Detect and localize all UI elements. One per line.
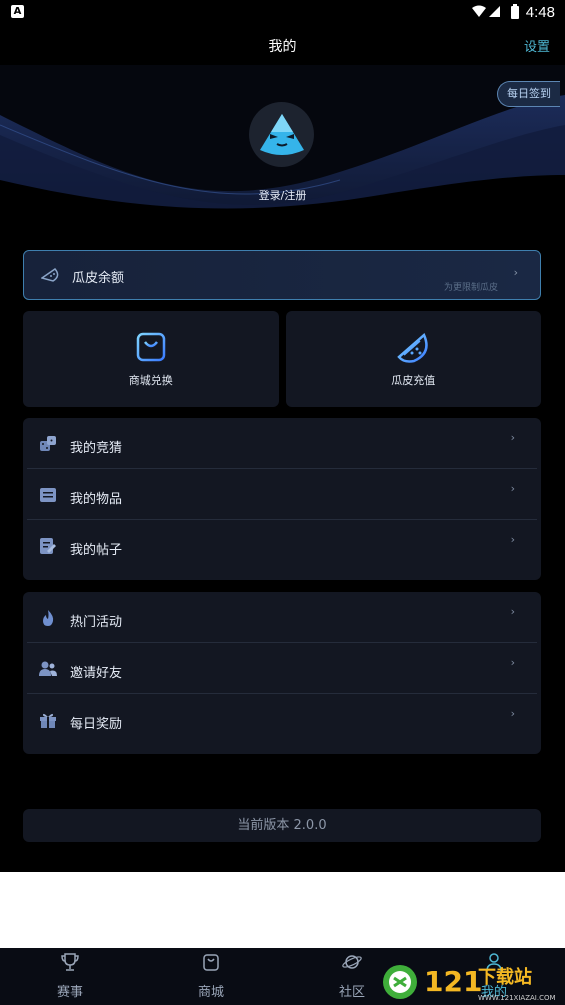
menu-item-label: 我的物品 (70, 492, 123, 507)
site-watermark-logo: 121 下载站 WWW.121XIAZAI.COM (383, 965, 556, 1002)
page-title: 我的 (268, 39, 297, 55)
menu-item-my-posts[interactable]: 我的帖子 › (27, 520, 537, 571)
menu-item-label: 我的帖子 (70, 543, 123, 558)
svg-text:121: 121 (424, 965, 482, 998)
battery-icon (510, 4, 519, 19)
chevron-right-icon: › (510, 482, 515, 495)
blank-area (0, 872, 565, 948)
status-bar: A 4:48 (0, 0, 565, 25)
chevron-right-icon: › (510, 656, 515, 669)
clock: 4:48 (525, 3, 555, 21)
svg-text:WWW.121XIAZAI.COM: WWW.121XIAZAI.COM (478, 994, 556, 1002)
friends-icon (39, 661, 57, 676)
watermelon-icon (397, 332, 428, 363)
menu-item-label: 我的竞猜 (70, 441, 123, 456)
menu-item-invite-friends[interactable]: 邀请好友 › (27, 643, 537, 694)
tab-label: 赛事 (56, 985, 83, 1000)
menu-item-label: 热门活动 (70, 615, 123, 630)
login-register-link[interactable]: 登录/注册 (0, 187, 565, 203)
fire-icon (43, 610, 54, 626)
balance-card[interactable]: 瓜皮余额 为更限制瓜皮 › (23, 250, 541, 300)
shopping-bag-icon (136, 332, 165, 362)
post-edit-icon (40, 538, 56, 554)
menu-item-my-guesses[interactable]: 我的竞猜 › (27, 418, 537, 469)
chevron-right-icon: › (510, 431, 515, 444)
tab-events[interactable]: 赛事 (20, 948, 120, 1005)
tab-label: 商城 (197, 985, 224, 1000)
svg-text:下载站: 下载站 (478, 966, 532, 988)
chevron-right-icon: › (510, 707, 515, 720)
app-version: 当前版本 2.0.0 (23, 809, 541, 842)
planet-icon (342, 955, 362, 969)
tab-shop[interactable]: 商城 (161, 948, 261, 1005)
main-content: 瓜皮余额 为更限制瓜皮 › 商城兑换 瓜皮充值 我的竞猜 › 我的物品 › 我的… (0, 250, 565, 872)
bag-icon (203, 954, 219, 971)
menu-item-daily-rewards[interactable]: 每日奖励 › (27, 694, 537, 745)
daily-checkin-button[interactable]: 每日签到 (497, 81, 560, 107)
watermelon-slice-icon (41, 268, 59, 282)
menu-item-label: 每日奖励 (70, 717, 123, 732)
quick-actions: 商城兑换 瓜皮充值 (23, 311, 541, 407)
notification-a-icon: A (11, 5, 24, 18)
page-header: 我的 设置 (0, 25, 565, 65)
topup-card[interactable]: 瓜皮充值 (285, 311, 541, 407)
balance-label: 瓜皮余额 (72, 271, 125, 286)
shop-exchange-label: 商城兑换 (128, 374, 173, 387)
profile-hero: 每日签到 登录/注册 (0, 65, 565, 250)
mascot-icon (259, 113, 304, 155)
balance-note: 为更限制瓜皮 (443, 283, 498, 293)
chevron-right-icon: › (510, 605, 515, 618)
chevron-right-icon: › (513, 266, 518, 279)
topup-label: 瓜皮充值 (391, 374, 436, 387)
shop-exchange-card[interactable]: 商城兑换 (23, 311, 279, 407)
settings-button[interactable]: 设置 (524, 36, 550, 55)
menu-item-my-items[interactable]: 我的物品 › (27, 469, 537, 520)
gift-icon (40, 713, 56, 728)
box-list-icon (40, 488, 56, 502)
menu-item-hot-events[interactable]: 热门活动 › (27, 592, 537, 643)
status-icons: 4:48 (470, 2, 555, 22)
signal-icon (471, 5, 500, 17)
trophy-icon (61, 953, 79, 971)
avatar[interactable] (249, 102, 314, 167)
menu-panel-personal: 我的竞猜 › 我的物品 › 我的帖子 › (23, 418, 541, 580)
dice-icon (40, 436, 56, 451)
menu-item-label: 邀请好友 (70, 666, 123, 681)
menu-panel-activities: 热门活动 › 邀请好友 › 每日奖励 › (23, 592, 541, 754)
chevron-right-icon: › (510, 533, 515, 546)
